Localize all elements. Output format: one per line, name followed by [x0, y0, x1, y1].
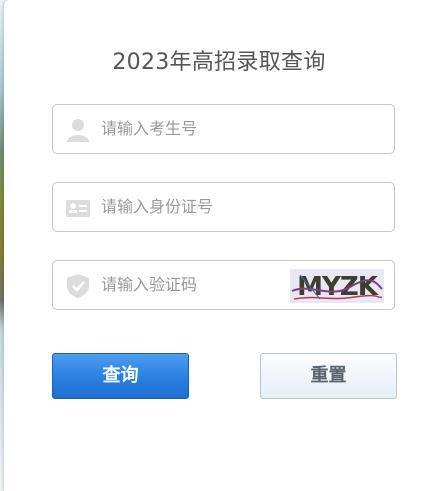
- exam-number-placeholder: 请输入考生号: [101, 119, 198, 138]
- id-card-icon: [65, 195, 91, 221]
- user-icon: [65, 117, 91, 143]
- exam-number-field[interactable]: 请输入考生号: [52, 104, 395, 154]
- query-panel: 2023年高招录取查询 请输入考生号 请输入身份证号 请输入验证码 MYZK 查…: [4, 0, 434, 491]
- page-title: 2023年高招录取查询: [112, 50, 326, 75]
- captcha-placeholder: 请输入验证码: [101, 275, 198, 294]
- id-number-placeholder: 请输入身份证号: [101, 197, 214, 216]
- captcha-image[interactable]: MYZK: [290, 269, 384, 303]
- reset-button[interactable]: 重置: [260, 353, 397, 399]
- captcha-field[interactable]: 请输入验证码 MYZK: [52, 260, 395, 310]
- id-number-field[interactable]: 请输入身份证号: [52, 182, 395, 232]
- query-button[interactable]: 查询: [52, 353, 189, 399]
- shield-icon: [65, 273, 91, 299]
